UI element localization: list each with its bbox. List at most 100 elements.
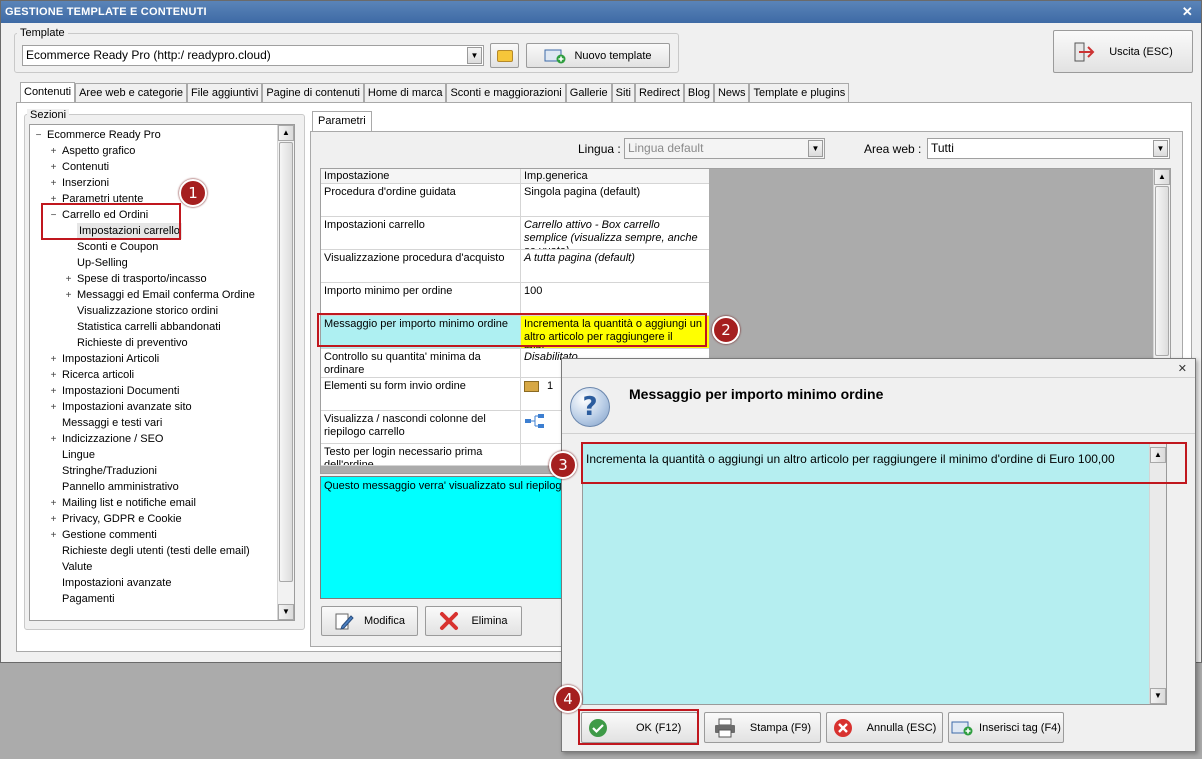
tree-expander-icon[interactable]: +: [49, 499, 58, 509]
tab-siti[interactable]: Siti: [611, 83, 635, 103]
edit-button[interactable]: Modifica: [321, 606, 418, 636]
tree-node[interactable]: Visualizzazione storico ordini: [77, 303, 218, 319]
tree-node[interactable]: Pannello amministrativo: [62, 479, 179, 495]
tree-node[interactable]: Valute: [62, 559, 92, 575]
grid-row-setting: Visualizzazione procedura d'acquisto: [321, 250, 521, 282]
grid-row-value[interactable]: Carrello attivo - Box carrello semplice …: [521, 217, 709, 249]
tree-node[interactable]: Messaggi e testi vari: [62, 415, 162, 431]
tree-expander-icon[interactable]: +: [49, 355, 58, 365]
template-group-label: Template: [17, 27, 68, 39]
tab-parametri[interactable]: Parametri: [312, 111, 372, 132]
tree-expander-icon[interactable]: +: [49, 371, 58, 381]
open-template-button[interactable]: [490, 43, 519, 68]
area-web-select[interactable]: Tutti ▼: [927, 138, 1170, 159]
dialog-close-icon[interactable]: ✕: [1178, 362, 1187, 375]
area-web-value: Tutti: [931, 141, 954, 155]
grid-row[interactable]: Procedura d'ordine guidata Singola pagina…: [321, 184, 709, 217]
insert-tag-button[interactable]: Inserisci tag (F4): [948, 712, 1064, 743]
tree-expander-icon[interactable]: +: [49, 147, 58, 157]
tree-expander-icon[interactable]: +: [64, 291, 73, 301]
scroll-up-icon[interactable]: ▲: [1154, 169, 1170, 185]
grid-scrollbar[interactable]: ▲: [1153, 169, 1170, 359]
tree-node[interactable]: Lingue: [62, 447, 95, 463]
tree-expander-icon[interactable]: −: [34, 131, 43, 141]
grid-header-col2: Imp.generica: [524, 170, 588, 182]
grid-row-setting: Controllo su quantita' minima da ordinar…: [321, 349, 521, 377]
lingua-select[interactable]: Lingua default ▼: [624, 138, 825, 159]
tab-redirect[interactable]: Redirect: [634, 83, 684, 103]
tree-expander-icon[interactable]: +: [64, 275, 73, 285]
description-text: Questo messaggio verra' visualizzato sul…: [324, 480, 565, 492]
grid-row-value[interactable]: Singola pagina (default): [521, 184, 709, 216]
tab-home-di-marca[interactable]: Home di marca: [363, 83, 447, 103]
sections-tree[interactable]: ▲ ▼ − Ecommerce Ready Pro + Aspetto grafico…: [29, 124, 295, 621]
tree-scrollbar[interactable]: ▲ ▼: [277, 125, 294, 620]
cancel-button[interactable]: Annulla (ESC): [826, 712, 943, 743]
tab-aree-web[interactable]: Aree web e categorie: [75, 83, 188, 103]
tree-node[interactable]: Ecommerce Ready Pro: [47, 127, 161, 143]
delete-button[interactable]: Elimina: [425, 606, 522, 636]
tree-node[interactable]: Statistica carrelli abbandonati: [77, 319, 221, 335]
grid-row-value[interactable]: A tutta pagina (default): [521, 250, 709, 282]
scroll-up-icon[interactable]: ▲: [278, 125, 294, 141]
tree-node[interactable]: Mailing list e notifiche email: [62, 495, 196, 511]
tree-node[interactable]: Indicizzazione / SEO: [62, 431, 164, 447]
grid-row[interactable]: Visualizzazione procedura d'acquisto A tu…: [321, 250, 709, 283]
tree-expander-icon[interactable]: +: [49, 531, 58, 541]
tree-expander-icon[interactable]: +: [49, 515, 58, 525]
tree-node[interactable]: Aspetto grafico: [62, 143, 135, 159]
exit-button[interactable]: Uscita (ESC): [1053, 30, 1193, 73]
tree-node[interactable]: Inserzioni: [62, 175, 109, 191]
chevron-down-icon[interactable]: ▼: [1153, 140, 1168, 157]
new-template-button[interactable]: Nuovo template: [526, 43, 670, 68]
tree-node[interactable]: Ricerca articoli: [62, 367, 134, 383]
lingua-value: Lingua default: [628, 141, 704, 155]
tree-node[interactable]: Impostazioni Documenti: [62, 383, 179, 399]
grid-row[interactable]: Importo minimo per ordine 100: [321, 283, 709, 316]
tree-node[interactable]: Gestione commenti: [62, 527, 157, 543]
tree-node[interactable]: Impostazioni avanzate: [62, 575, 171, 591]
grid-row-value[interactable]: 100: [521, 283, 709, 315]
tree-scroll-thumb[interactable]: [279, 142, 293, 582]
tab-sconti[interactable]: Sconti e maggiorazioni: [446, 83, 566, 103]
grid-row[interactable]: Impostazioni carrello Carrello attivo - B…: [321, 217, 709, 250]
close-icon[interactable]: ✕: [1182, 1, 1193, 23]
tree-node[interactable]: Pagamenti: [62, 591, 115, 607]
tab-gallerie[interactable]: Gallerie: [565, 83, 612, 103]
tree-node[interactable]: Sconti e Coupon: [77, 239, 158, 255]
tab-blog[interactable]: Blog: [683, 83, 714, 103]
scroll-down-icon[interactable]: ▼: [278, 604, 294, 620]
grid-header: Impostazione Imp.generica: [321, 169, 709, 184]
tab-template-plugins[interactable]: Template e plugins: [749, 83, 850, 103]
tree-expander-icon[interactable]: +: [49, 403, 58, 413]
tree-node[interactable]: Richieste di preventivo: [77, 335, 188, 351]
tree-node[interactable]: Messaggi ed Email conferma Ordine: [77, 287, 255, 303]
tree-node[interactable]: Impostazioni Articoli: [62, 351, 159, 367]
template-select[interactable]: Ecommerce Ready Pro (http:/ readypro.clo…: [22, 45, 484, 66]
edit-label: Modifica: [364, 615, 405, 627]
tree-expander-icon[interactable]: +: [49, 163, 58, 173]
tab-pagine-contenuti[interactable]: Pagine di contenuti: [262, 83, 364, 103]
tab-news[interactable]: News: [713, 83, 750, 103]
tree-node[interactable]: Stringhe/Traduzioni: [62, 463, 157, 479]
tab-file-aggiuntivi[interactable]: File aggiuntivi: [187, 83, 263, 103]
highlight-box-ok: [578, 709, 699, 745]
tree-node[interactable]: Privacy, GDPR e Cookie: [62, 511, 182, 527]
highlight-box-dialog-text: [581, 442, 1187, 484]
cancel-label: Annulla (ESC): [866, 721, 937, 734]
grid-scroll-thumb[interactable]: [1155, 186, 1169, 356]
tree-node[interactable]: Impostazioni avanzate sito: [62, 399, 192, 415]
tree-node[interactable]: Richieste degli utenti (testi delle emai…: [62, 543, 250, 559]
tree-node[interactable]: Up-Selling: [77, 255, 128, 271]
tree-expander-icon[interactable]: +: [49, 387, 58, 397]
tree-node[interactable]: Spese di trasporto/incasso: [77, 271, 207, 287]
tree-node[interactable]: Contenuti: [62, 159, 109, 175]
tree-expander-icon[interactable]: +: [49, 435, 58, 445]
tree-expander-icon[interactable]: +: [49, 179, 58, 189]
chevron-down-icon[interactable]: ▼: [467, 47, 482, 64]
print-button[interactable]: Stampa (F9): [704, 712, 821, 743]
tab-contenuti[interactable]: Contenuti: [20, 82, 76, 103]
scroll-down-icon[interactable]: ▼: [1150, 688, 1166, 704]
chevron-down-icon[interactable]: ▼: [808, 140, 823, 157]
step-badge-4: 4: [554, 685, 582, 713]
